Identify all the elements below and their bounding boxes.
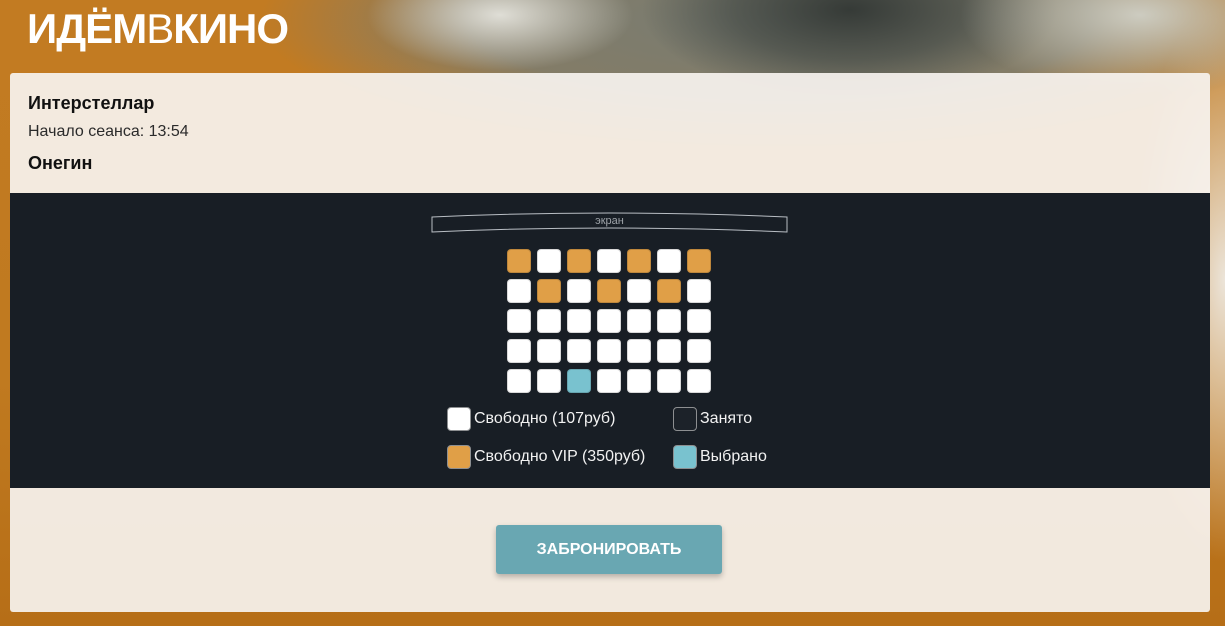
seat-row-2-place-4[interactable] <box>597 279 621 303</box>
site-logo: ИДЁМВКИНО <box>27 5 289 52</box>
seat-row-4-place-3[interactable] <box>567 339 591 363</box>
legend-selected-swatch <box>673 445 697 469</box>
logo-part-idem: ИДЁМ <box>27 5 147 52</box>
seat-row-4-place-2[interactable] <box>537 339 561 363</box>
movie-title: Интерстеллар <box>28 93 155 113</box>
seat-row-3-place-6[interactable] <box>657 309 681 333</box>
seat-row-5-place-2[interactable] <box>537 369 561 393</box>
logo-part-v: В <box>146 5 174 52</box>
seat-row-1-place-2[interactable] <box>537 249 561 273</box>
legend-vip-label: Свободно VIP (350руб) <box>474 448 646 465</box>
seat-row-3-place-1[interactable] <box>507 309 531 333</box>
legend-taken-swatch <box>673 407 697 431</box>
hall-scheme: экран Свободно (107руб) Занято Свободно … <box>10 193 1210 488</box>
seat-row-1-place-1[interactable] <box>507 249 531 273</box>
booking-panel: Интерстеллар Начало сеанса: 13:54 Онегин… <box>10 73 1210 612</box>
seat-row-1-place-5[interactable] <box>627 249 651 273</box>
cinema-screen: экран <box>431 209 788 235</box>
legend-vip: Свободно VIP (350руб) <box>447 445 645 469</box>
seat-row-3-place-5[interactable] <box>627 309 651 333</box>
session-start-time: 13:54 <box>148 123 189 140</box>
seat-row-1-place-6[interactable] <box>657 249 681 273</box>
seat-row-1-place-4[interactable] <box>597 249 621 273</box>
seat-row-4-place-7[interactable] <box>687 339 711 363</box>
logo-part-kino: КИНО <box>173 5 289 52</box>
legend-selected: Выбрано <box>673 445 767 469</box>
seat-row-5-place-4[interactable] <box>597 369 621 393</box>
seat-row-2-place-5[interactable] <box>627 279 651 303</box>
seat-row-3-place-4[interactable] <box>597 309 621 333</box>
legend-free-label: Свободно (107руб) <box>474 410 616 427</box>
seat-row-3-place-7[interactable] <box>687 309 711 333</box>
seat-row-1-place-7[interactable] <box>687 249 711 273</box>
seat-row-2-place-6[interactable] <box>657 279 681 303</box>
seat-grid <box>507 249 711 393</box>
seat-row-1-place-3[interactable] <box>567 249 591 273</box>
seat-row-4-place-5[interactable] <box>627 339 651 363</box>
legend-free: Свободно (107руб) <box>447 407 615 431</box>
legend-selected-label: Выбрано <box>700 448 767 465</box>
seat-row-4-place-1[interactable] <box>507 339 531 363</box>
seat-row-5-place-3[interactable] <box>567 369 591 393</box>
seat-row-5-place-1[interactable] <box>507 369 531 393</box>
seat-row-2-place-7[interactable] <box>687 279 711 303</box>
seat-row-3-place-2[interactable] <box>537 309 561 333</box>
legend-taken: Занято <box>673 407 752 431</box>
screen-label: экран <box>595 215 624 227</box>
session-start: Начало сеанса: 13:54 <box>28 122 189 142</box>
seat-row-5-place-5[interactable] <box>627 369 651 393</box>
legend-vip-swatch <box>447 445 471 469</box>
legend-free-swatch <box>447 407 471 431</box>
legend-taken-label: Занято <box>700 410 753 427</box>
seat-row-4-place-6[interactable] <box>657 339 681 363</box>
seat-row-3-place-3[interactable] <box>567 309 591 333</box>
seat-row-5-place-6[interactable] <box>657 369 681 393</box>
book-button[interactable]: ЗАБРОНИРОВАТЬ <box>496 525 722 574</box>
session-start-label: Начало сеанса: <box>28 123 145 140</box>
seat-row-2-place-1[interactable] <box>507 279 531 303</box>
seat-row-2-place-3[interactable] <box>567 279 591 303</box>
seat-row-4-place-4[interactable] <box>597 339 621 363</box>
seat-row-2-place-2[interactable] <box>537 279 561 303</box>
seat-row-5-place-7[interactable] <box>687 369 711 393</box>
hall-name: Онегин <box>28 153 93 173</box>
